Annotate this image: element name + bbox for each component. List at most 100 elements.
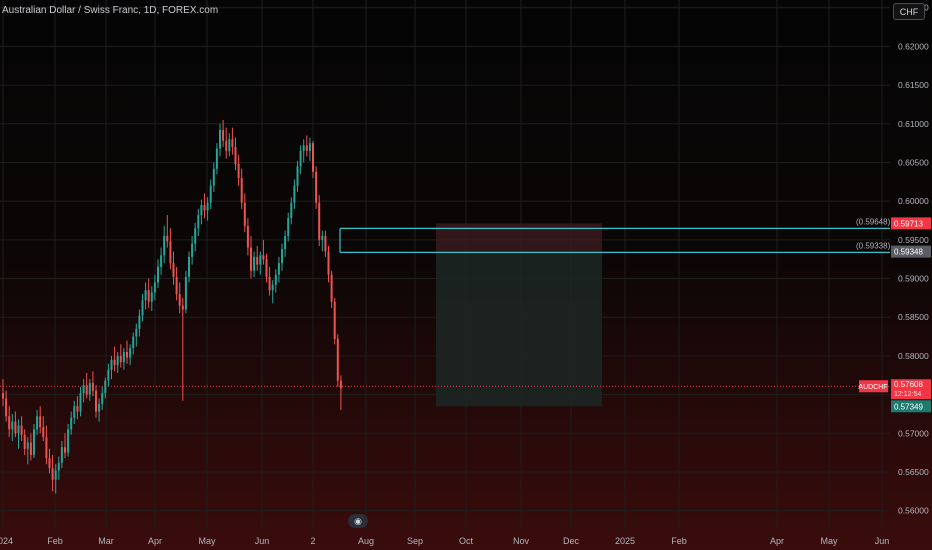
candle-body [150,292,153,302]
candle-body [225,140,228,151]
candle-body [5,398,8,417]
candle-body [26,442,29,449]
x-tick-label: Feb [671,536,687,546]
current-price-label: 0.57608 [894,380,923,389]
candle-body [178,294,181,306]
x-tick-label: Feb [47,536,63,546]
candle-body [20,425,23,435]
y-tick-label: 0.58000 [898,351,929,361]
candle-body [321,235,324,240]
x-tick-label: Aug [358,536,374,546]
candle-body [116,355,119,366]
candle-body [206,202,209,211]
candle-body [222,129,225,141]
candle-body [91,382,94,391]
candle-body [147,290,150,302]
x-tick-label: Jun [255,536,270,546]
candle-body [17,425,20,434]
candle-body [144,290,147,301]
candle-body [64,447,66,453]
candle-body [259,255,262,265]
candle-body [126,352,128,358]
x-tick-label: May [198,536,216,546]
x-tick-label: Sep [407,536,423,546]
candle-body [287,218,290,236]
candle-body [153,282,156,293]
candle-body [101,393,104,404]
x-tick-label: Oct [459,536,474,546]
candle-body [79,393,82,412]
x-tick-label: Jun [875,536,890,546]
candle-body [265,259,268,277]
candle-body [14,421,17,434]
position-target-zone [436,251,602,407]
candle-body [243,202,246,226]
candle-body [42,427,45,438]
y-tick-label: 0.57000 [898,428,929,438]
candle-body [253,256,256,271]
candle-body [302,145,305,151]
candle-body [132,336,135,349]
candle-body [312,143,314,172]
y-tick-label: 0.61000 [898,119,929,129]
candle-body [315,171,318,203]
current-price-symbol: AUDCHF [858,384,887,391]
y-tick-label: 0.60000 [898,196,929,206]
candle-body [70,417,73,430]
candle-body [98,403,101,412]
chart-canvas[interactable]: (0.59648) (0.59338) AUDCHF [0,0,890,530]
candle-body [160,255,163,267]
x-tick-label: Apr [770,536,784,546]
current-price-countdown: 12:12:54 [894,391,921,398]
candle-body [262,255,265,260]
x-tick-label: Apr [148,536,162,546]
time-axis[interactable]: 2024 Feb Mar Apr May Jun 2 Aug Sep Oct Nov Dec 2025 F… [0,530,932,550]
candle-body [2,393,4,399]
candle-body [129,348,132,358]
candle-body [82,385,85,394]
candle-body [228,139,231,151]
candle-body [23,434,26,449]
candle-body [39,416,42,428]
candle-body [274,274,277,285]
y-tick-label: 0.62000 [898,41,929,51]
candle-body [119,355,122,363]
candle-body [188,256,190,277]
y-tick-label: 0.56000 [898,506,929,516]
price-axis[interactable]: 0.625000.620000.615000.610000.605000.600… [890,0,932,530]
candle-body [184,276,187,310]
candle-body [181,305,184,310]
currency-button[interactable]: CHF [893,3,925,20]
candle-body [163,235,166,256]
candle-body [324,235,327,252]
candle-body [8,416,11,430]
price-tag-label: 0.59713 [894,219,923,228]
candle-body [166,235,169,242]
candle-body [157,266,159,283]
candle-body [215,148,218,169]
level-label: (0.59648) [856,217,890,226]
candle-body [246,225,249,248]
candle-body [299,150,302,167]
candle-body [339,380,342,389]
candle-body [104,380,107,394]
candle-body [60,447,63,463]
candle-body [219,129,221,149]
x-tick-label: 2 [310,536,315,546]
candle-body [73,406,76,418]
y-tick-label: 0.56500 [898,467,929,477]
candle-body [203,205,206,211]
tradingview-logo-icon[interactable]: ◉ [348,514,368,528]
candle-body [141,300,144,316]
candle-body [308,143,311,151]
candle-body [277,263,280,275]
position-stop-zone [436,223,602,252]
chart-area[interactable]: (0.59648) (0.59338) AUDCHF [0,0,890,530]
symbol-title: Australian Dollar / Swiss Franc, 1D, FOR… [2,5,219,16]
candle-body [231,139,234,148]
candle-body [271,284,274,291]
candle-body [290,202,293,219]
candle-body [336,338,339,381]
candle-body [88,382,91,395]
candle-body [48,458,51,469]
